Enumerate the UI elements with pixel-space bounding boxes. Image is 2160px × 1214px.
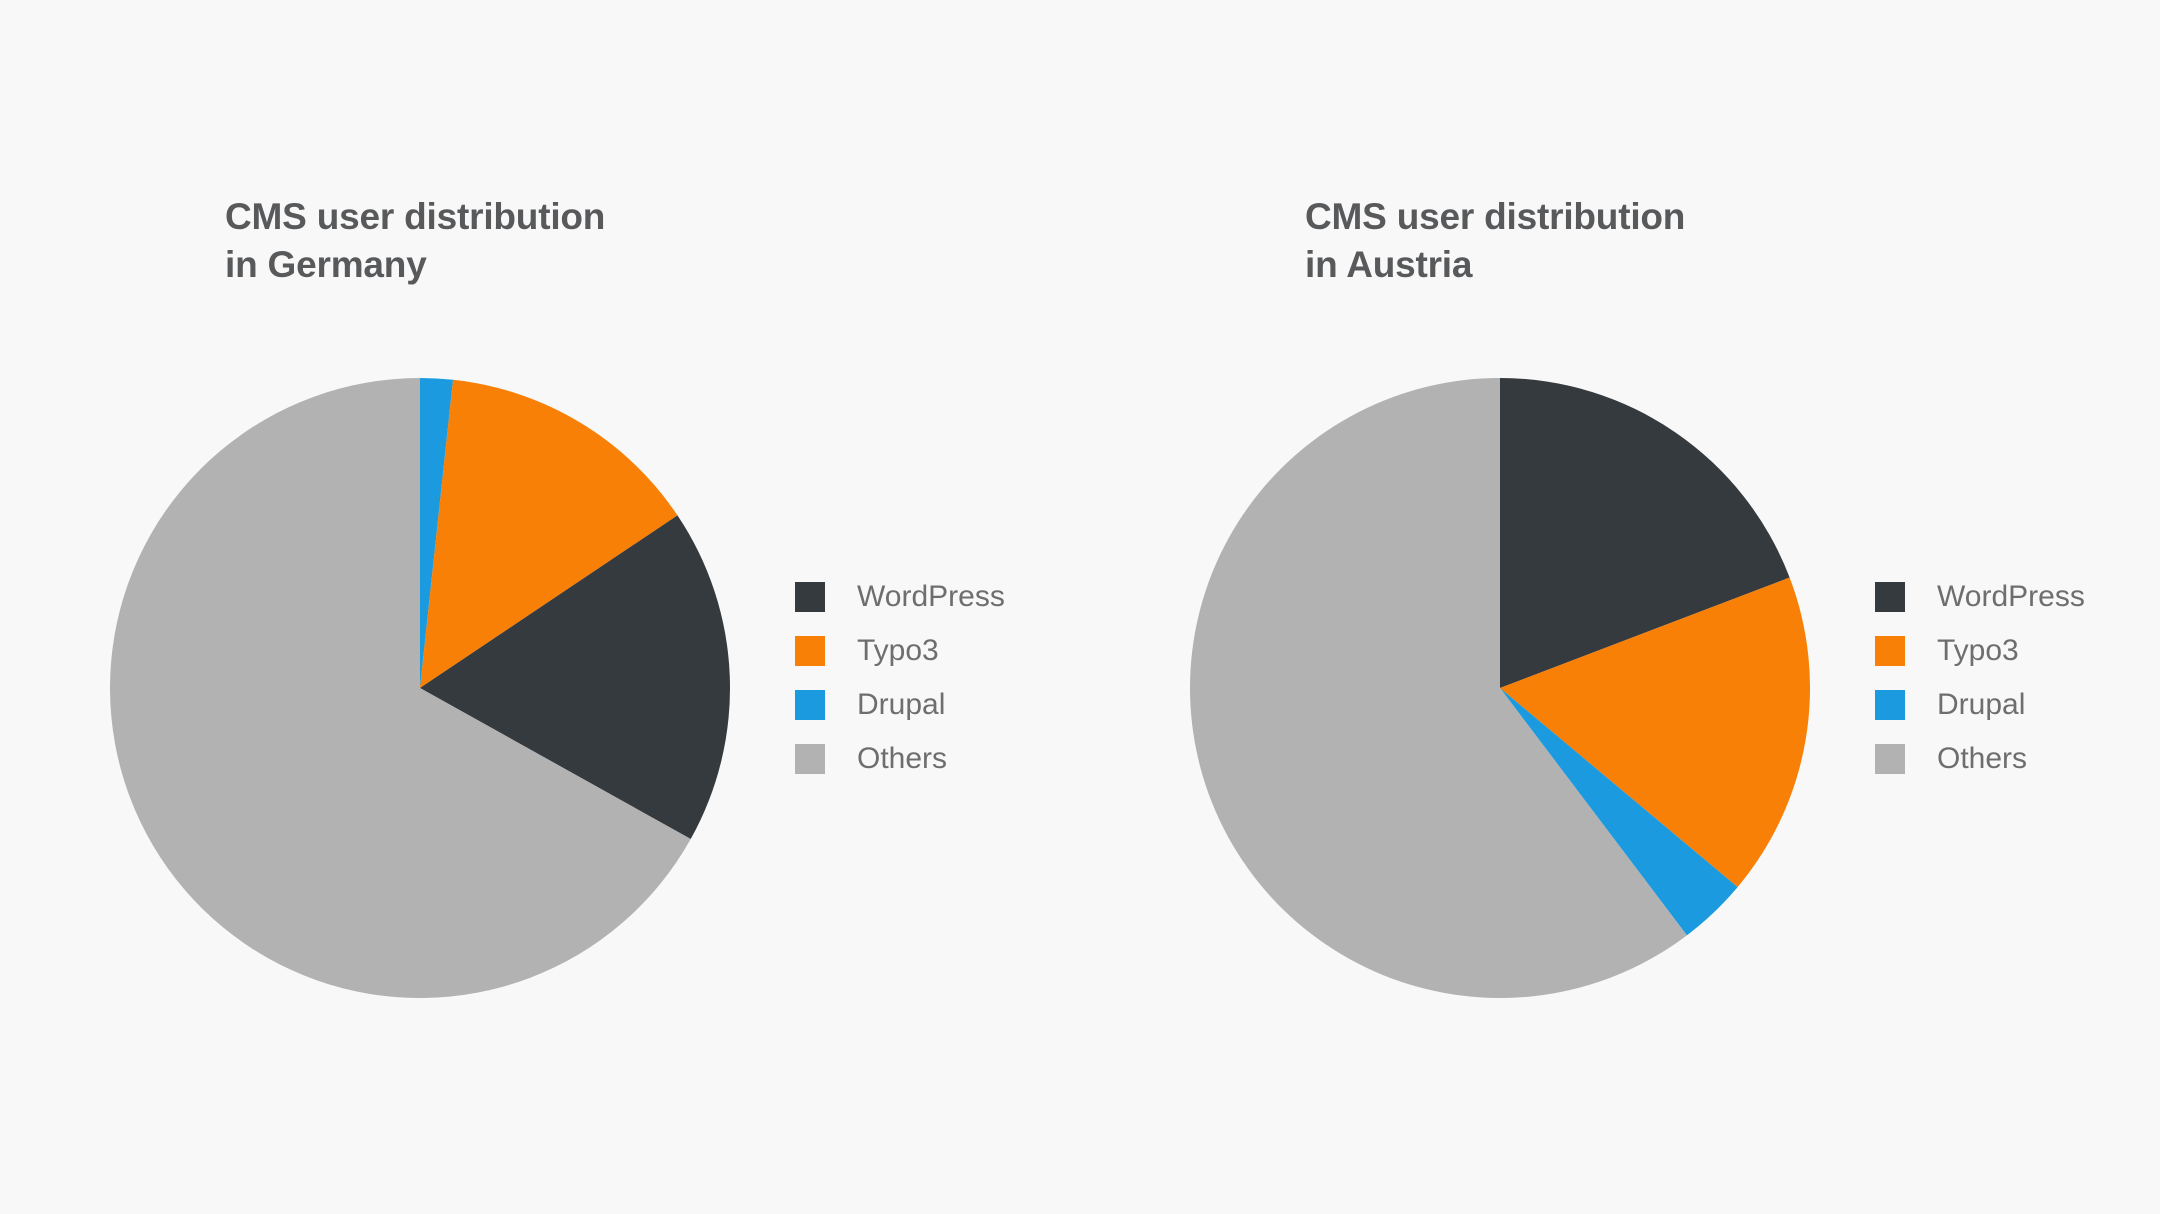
page-title-austria: CMS user distribution in Austria (1305, 196, 1686, 286)
chart-panel-austria: CMS user distribution in Austria WordPre… (1080, 0, 2160, 1214)
legend-item-wordpress[interactable]: WordPress (795, 570, 1005, 624)
legend-swatch-typo3 (1875, 636, 1905, 666)
chart-panel-germany: CMS user distribution in Germany WordPre… (0, 0, 1080, 1214)
legend-swatch-wordpress (795, 582, 825, 612)
legend-item-typo3[interactable]: Typo3 (795, 624, 1005, 678)
legend-swatch-typo3 (795, 636, 825, 666)
legend-label-typo3: Typo3 (1937, 634, 2019, 667)
legend-label-typo3: Typo3 (857, 634, 939, 667)
pie-slices-germany (110, 378, 730, 998)
pie-slices-austria (1190, 378, 1810, 998)
legend-item-drupal[interactable]: Drupal (1875, 678, 2085, 732)
legend-label-drupal: Drupal (1937, 688, 2026, 721)
legend-label-wordpress: WordPress (1937, 580, 2085, 613)
legend-swatch-wordpress (1875, 582, 1905, 612)
legend-swatch-drupal (795, 690, 825, 720)
legend-item-typo3[interactable]: Typo3 (1875, 624, 2085, 678)
legend-label-others: Others (857, 742, 948, 775)
legend-item-others[interactable]: Others (1875, 732, 2085, 786)
legend-swatch-drupal (1875, 690, 1905, 720)
legend-item-wordpress[interactable]: WordPress (1875, 570, 2085, 624)
pie-svg-austria (1190, 378, 1810, 998)
legend-label-wordpress: WordPress (857, 580, 1005, 613)
legend-swatch-others (795, 744, 825, 774)
page-title-germany: CMS user distribution in Germany (225, 196, 606, 286)
pie-chart-germany (110, 378, 730, 998)
legend-austria: WordPress Typo3 Drupal Others (1875, 570, 2085, 786)
legend-label-drupal: Drupal (857, 688, 946, 721)
pie-svg-germany (110, 378, 730, 998)
legend-swatch-others (1875, 744, 1905, 774)
pie-chart-austria (1190, 378, 1810, 998)
legend-label-others: Others (1937, 742, 2028, 775)
legend-germany: WordPress Typo3 Drupal Others (795, 570, 1005, 786)
legend-item-drupal[interactable]: Drupal (795, 678, 1005, 732)
figure-canvas: CMS user distribution in Germany WordPre… (0, 0, 2160, 1214)
legend-item-others[interactable]: Others (795, 732, 1005, 786)
